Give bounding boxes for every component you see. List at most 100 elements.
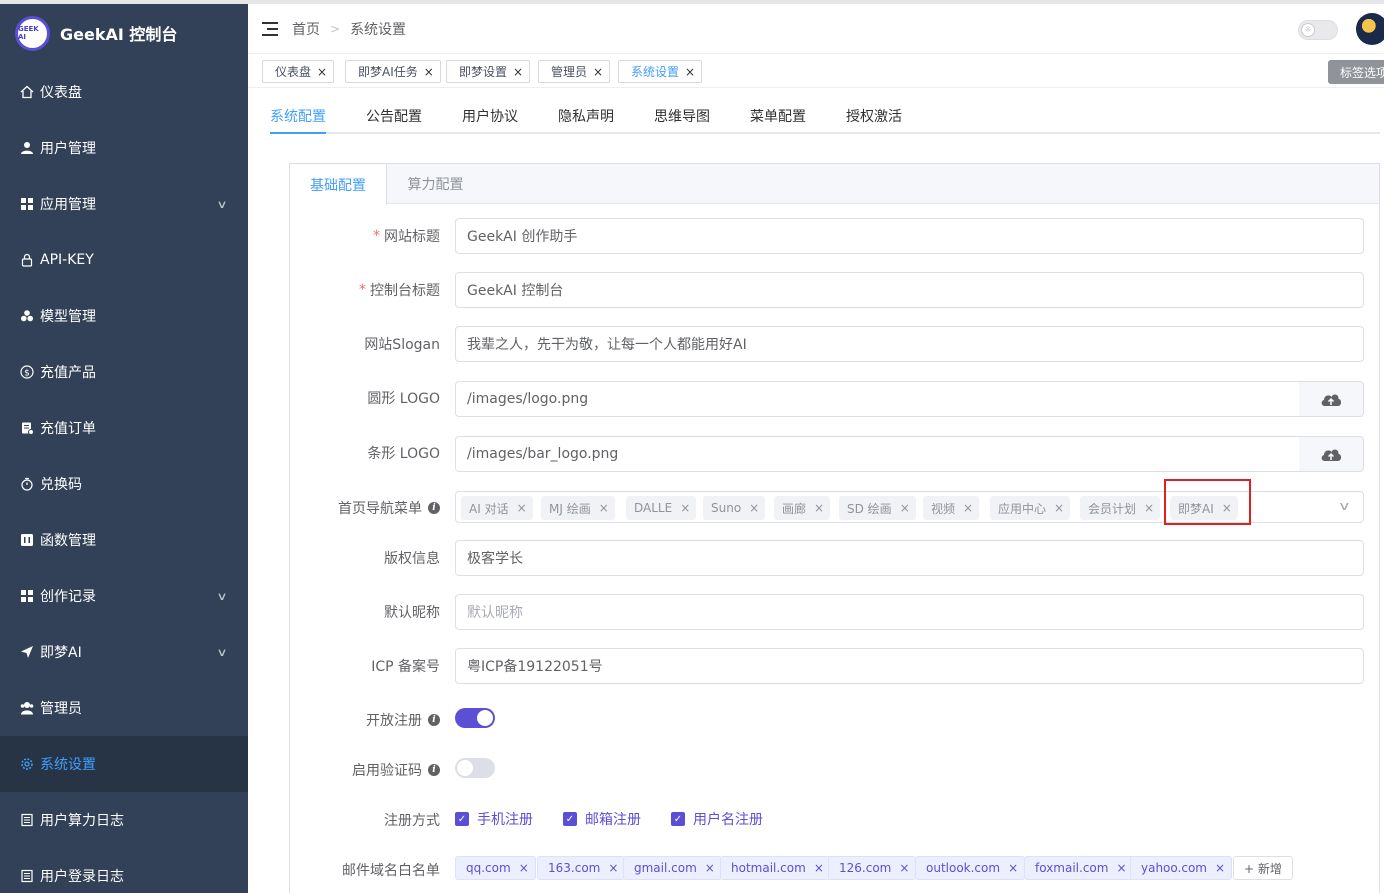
sidebar-item-creation-records[interactable]: 创作记录 ∨ bbox=[0, 568, 248, 624]
sidebar-item-label: 用户管理 bbox=[40, 141, 96, 157]
sidebar-item-user-management[interactable]: 用户管理 bbox=[0, 120, 248, 176]
close-icon[interactable]: × bbox=[1215, 861, 1225, 875]
tag-label: 管理员 bbox=[551, 65, 588, 79]
tag-jimeng-settings[interactable]: 即梦设置 × bbox=[446, 60, 531, 83]
brand[interactable]: GEEK AI GeekAI 控制台 bbox=[0, 4, 248, 62]
tab-privacy-policy[interactable]: 隐私声明 bbox=[558, 106, 614, 132]
sidebar-item-recharge-products[interactable]: $ 充值产品 bbox=[0, 344, 248, 400]
domain-tag: outlook.com × bbox=[915, 856, 1026, 880]
info-icon[interactable]: i bbox=[428, 714, 440, 726]
info-icon[interactable]: i bbox=[428, 764, 440, 776]
sidebar-item-redeem-codes[interactable]: 兑换码 bbox=[0, 456, 248, 512]
close-icon[interactable]: × bbox=[1054, 501, 1064, 515]
slogan-input[interactable]: 我辈之人，先干为敬，让每一个人都能用好AI bbox=[455, 326, 1364, 362]
close-icon[interactable]: × bbox=[317, 65, 327, 79]
captcha-switch[interactable] bbox=[455, 758, 495, 778]
close-icon[interactable]: × bbox=[749, 501, 759, 515]
tab-system-config[interactable]: 系统配置 bbox=[270, 106, 326, 134]
open-register-switch[interactable] bbox=[455, 708, 495, 728]
checkbox-phone-register[interactable]: ✓ 手机注册 bbox=[455, 809, 533, 829]
add-domain-button[interactable]: + 新增 bbox=[1233, 856, 1293, 880]
gear-icon bbox=[20, 757, 34, 771]
sidebar-item-system-settings[interactable]: 系统设置 bbox=[0, 736, 248, 792]
sidebar-item-administrators[interactable]: 管理员 bbox=[0, 680, 248, 736]
tag-dashboard[interactable]: 仪表盘 × bbox=[262, 60, 335, 83]
close-icon[interactable]: × bbox=[1116, 861, 1126, 875]
sidebar-item-user-login-log[interactable]: 用户登录日志 bbox=[0, 848, 248, 893]
tab-license-activation[interactable]: 授权激活 bbox=[846, 106, 902, 132]
default-nickname-input[interactable]: 默认昵称 bbox=[455, 594, 1364, 630]
sidebar-item-user-power-log[interactable]: 用户算力日志 bbox=[0, 792, 248, 848]
close-icon[interactable]: × bbox=[900, 501, 910, 515]
nav-tag: 画廊 × bbox=[774, 496, 831, 520]
tab-power-config[interactable]: 算力配置 bbox=[387, 164, 484, 204]
open-register-label: 开放注册 i bbox=[366, 710, 440, 730]
breadcrumb-home[interactable]: 首页 bbox=[292, 19, 320, 39]
tab-basic-config[interactable]: 基础配置 bbox=[290, 164, 387, 205]
icp-input[interactable]: 粤ICP备19122051号 bbox=[455, 648, 1364, 684]
close-icon[interactable]: × bbox=[814, 501, 824, 515]
sidebar-item-recharge-orders[interactable]: 充值订单 bbox=[0, 400, 248, 456]
brand-logo: GEEK AI bbox=[15, 15, 50, 51]
checkbox-username-register[interactable]: ✓ 用户名注册 bbox=[671, 809, 763, 829]
console-title-input[interactable]: GeekAI 控制台 bbox=[455, 272, 1364, 308]
sidebar: GEEK AI GeekAI 控制台 仪表盘 用户管理 应用管理 ∨ API-K… bbox=[0, 4, 248, 893]
tag-system-settings[interactable]: 系统设置 × bbox=[618, 60, 703, 83]
close-icon[interactable]: × bbox=[599, 501, 609, 515]
tag-options-button[interactable]: 标签选项 bbox=[1328, 60, 1384, 84]
close-icon[interactable]: × bbox=[517, 501, 527, 515]
copyright-input[interactable]: 极客学长 bbox=[455, 540, 1364, 576]
domain-tag: foxmail.com × bbox=[1024, 856, 1134, 880]
round-logo-label: 圆形 LOGO bbox=[367, 391, 440, 407]
close-icon[interactable]: × bbox=[705, 861, 715, 875]
round-logo-input[interactable]: /images/logo.png bbox=[455, 381, 1300, 417]
theme-toggle[interactable]: ☼ bbox=[1298, 20, 1338, 40]
tag-jimeng-tasks[interactable]: 即梦AI任务 × bbox=[345, 60, 441, 83]
sidebar-item-label: 充值产品 bbox=[40, 365, 96, 381]
sidebar-item-label: 用户算力日志 bbox=[40, 813, 124, 829]
tab-menu-config[interactable]: 菜单配置 bbox=[750, 106, 806, 132]
checkbox-email-register[interactable]: ✓ 邮箱注册 bbox=[563, 809, 641, 829]
close-icon[interactable]: × bbox=[519, 861, 529, 875]
close-icon[interactable]: × bbox=[899, 861, 909, 875]
sidebar-item-jimeng-ai[interactable]: 即梦AI ∨ bbox=[0, 624, 248, 680]
nav-tag: MJ 绘画 × bbox=[541, 496, 615, 520]
info-icon[interactable]: i bbox=[428, 502, 440, 514]
close-icon[interactable]: × bbox=[513, 65, 523, 79]
highlight-annotation-box bbox=[1164, 479, 1251, 525]
nav-menu-label: 首页导航菜单 i bbox=[338, 498, 440, 518]
tab-user-agreement[interactable]: 用户协议 bbox=[462, 106, 518, 132]
sidebar-item-app-management[interactable]: 应用管理 ∨ bbox=[0, 176, 248, 232]
sidebar-item-dashboard[interactable]: 仪表盘 bbox=[0, 64, 248, 120]
close-icon[interactable]: × bbox=[424, 65, 434, 79]
site-title-input[interactable]: GeekAI 创作助手 bbox=[455, 218, 1364, 254]
settings-card: 基础配置 算力配置 * 网站标题 GeekAI 创作助手 * 控制台标题 GeekA… bbox=[289, 163, 1380, 893]
tab-announcement-config[interactable]: 公告配置 bbox=[366, 106, 422, 132]
close-icon[interactable]: × bbox=[1144, 501, 1154, 515]
bar-logo-input[interactable]: /images/bar_logo.png bbox=[455, 436, 1300, 472]
sidebar-item-label: 管理员 bbox=[40, 701, 82, 717]
close-icon[interactable]: × bbox=[608, 861, 618, 875]
close-icon[interactable]: × bbox=[1008, 861, 1018, 875]
nav-tag: 会员计划 × bbox=[1080, 496, 1161, 520]
tag-administrators[interactable]: 管理员 × bbox=[538, 60, 611, 83]
breadcrumb-current: 系统设置 bbox=[350, 21, 407, 38]
sidebar-item-model-management[interactable]: 模型管理 bbox=[0, 288, 248, 344]
close-icon[interactable]: × bbox=[680, 501, 690, 515]
avatar[interactable] bbox=[1356, 13, 1384, 45]
chevron-down-icon: ∨ bbox=[1338, 499, 1352, 513]
sidebar-item-api-key[interactable]: API-KEY bbox=[0, 232, 248, 288]
check-icon: ✓ bbox=[563, 812, 577, 826]
upload-bar-logo-button[interactable] bbox=[1299, 436, 1364, 472]
tab-mind-map[interactable]: 思维导图 bbox=[654, 106, 710, 132]
menu-collapse-icon[interactable] bbox=[262, 21, 278, 36]
tag-label: 即梦设置 bbox=[459, 65, 508, 79]
icp-label: ICP 备案号 bbox=[371, 659, 440, 675]
sidebar-item-function-management[interactable]: 函数管理 bbox=[0, 512, 248, 568]
upload-round-logo-button[interactable] bbox=[1299, 381, 1364, 417]
close-icon[interactable]: × bbox=[685, 65, 695, 79]
timer-icon bbox=[20, 477, 34, 491]
close-icon[interactable]: × bbox=[963, 501, 973, 515]
close-icon[interactable]: × bbox=[814, 861, 824, 875]
close-icon[interactable]: × bbox=[593, 65, 603, 79]
